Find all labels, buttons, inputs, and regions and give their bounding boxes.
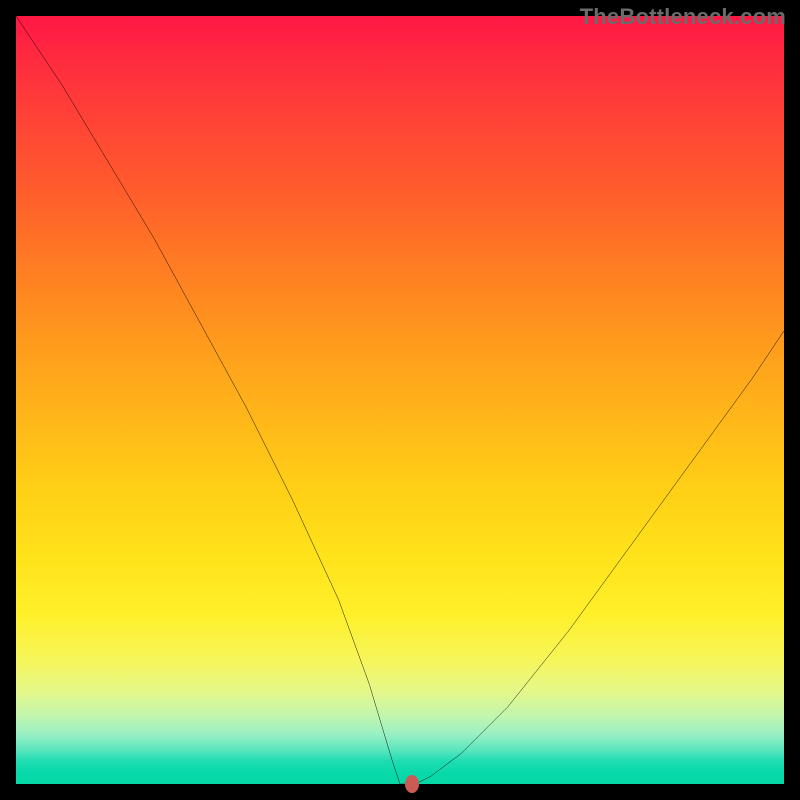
- bottleneck-curve: [16, 16, 784, 784]
- plot-area: [16, 16, 784, 784]
- chart-frame: TheBottleneck.com: [0, 0, 800, 800]
- optimal-point-marker: [405, 775, 419, 793]
- watermark-text: TheBottleneck.com: [580, 4, 786, 30]
